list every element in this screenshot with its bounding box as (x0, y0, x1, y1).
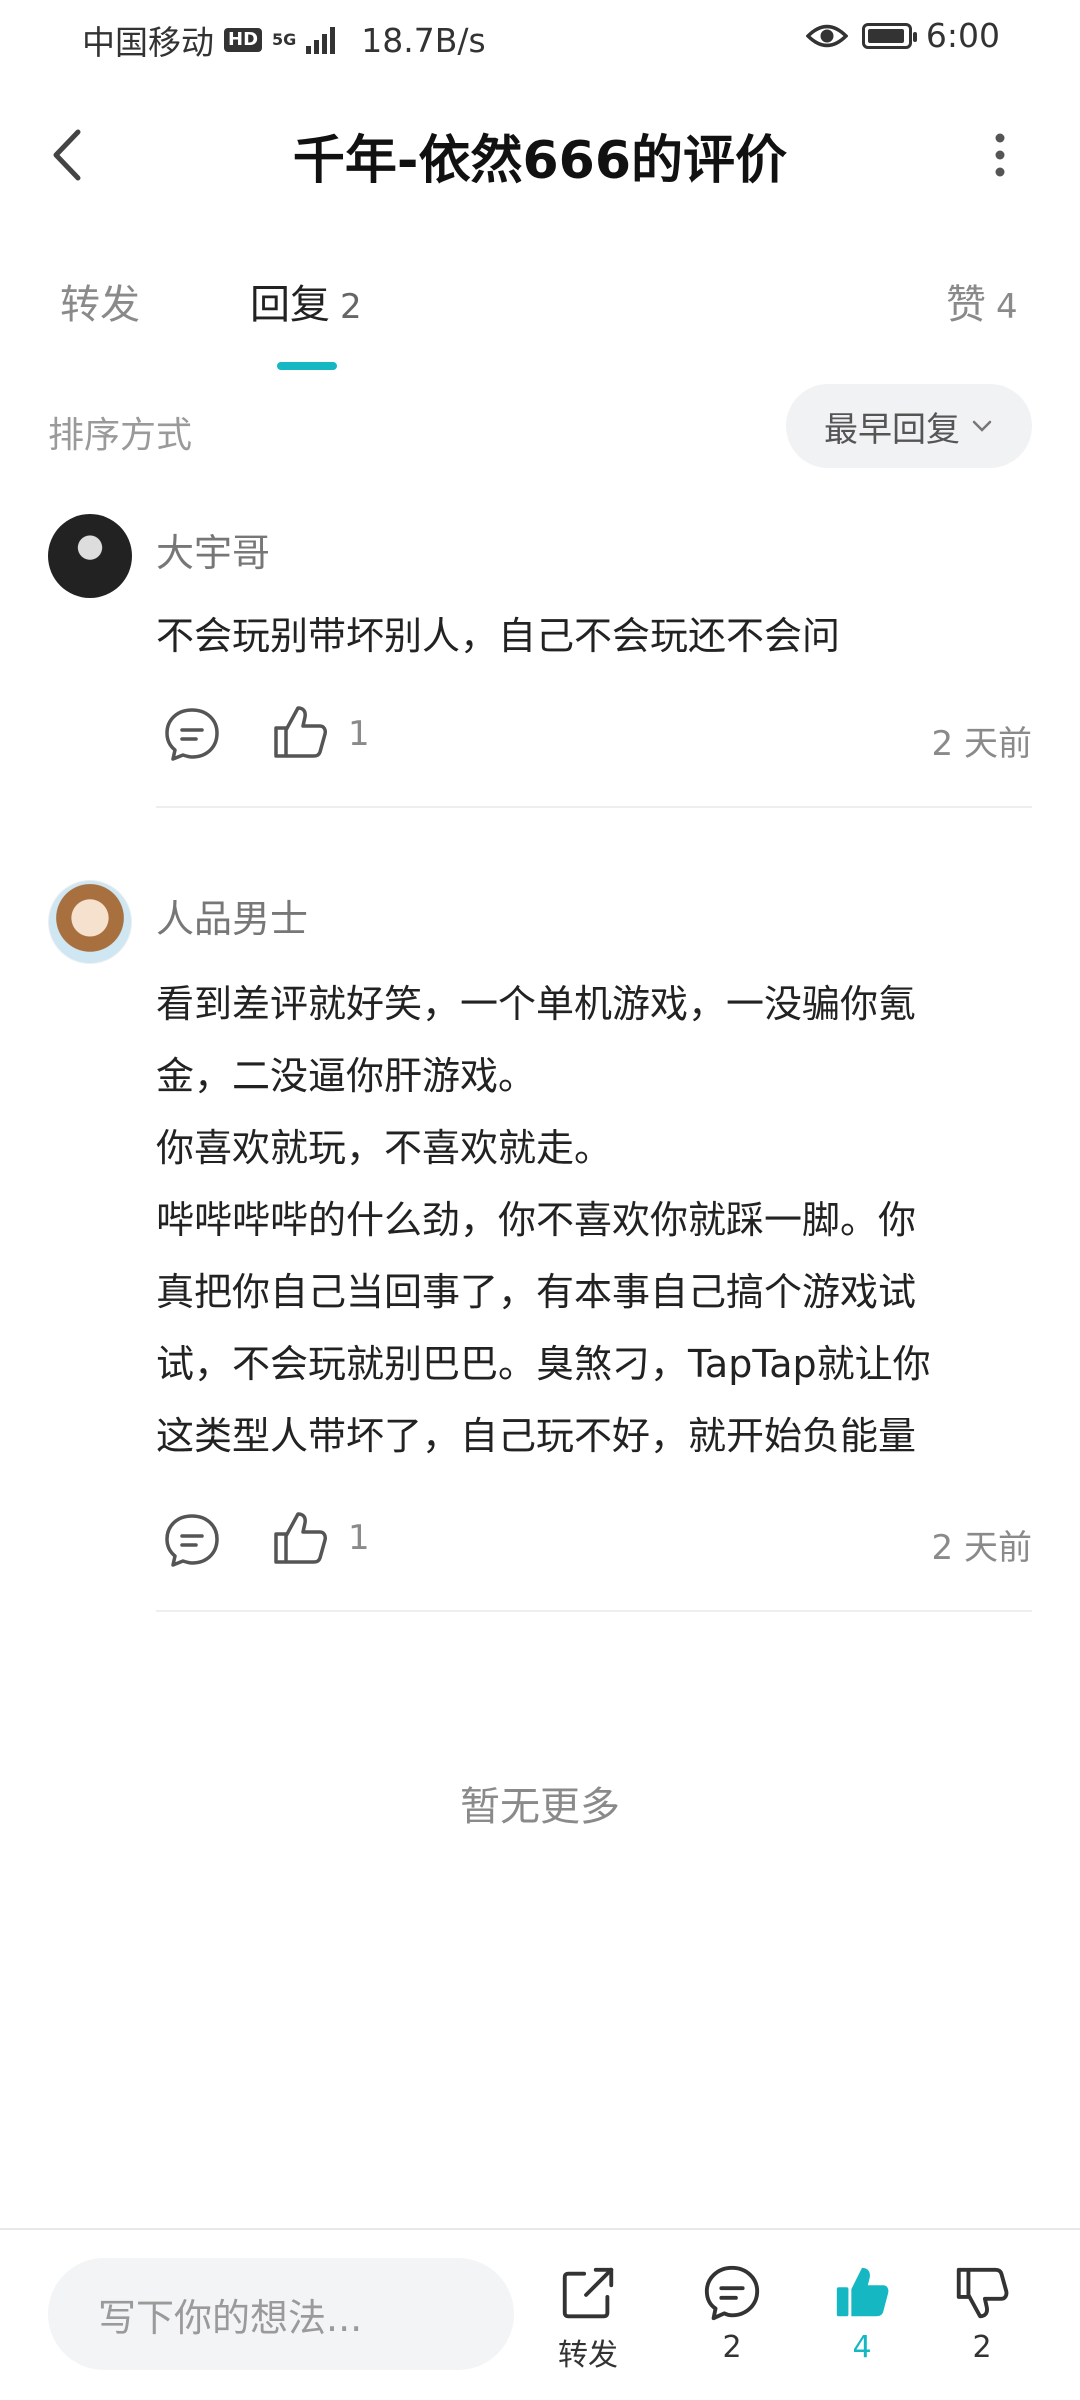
chevron-down-icon (972, 420, 992, 432)
tab-share-label: 转发 (60, 282, 140, 328)
more-options-button[interactable] (970, 120, 1030, 190)
thumbs-up-filled-icon (836, 2267, 889, 2317)
no-more-text: 暂无更多 (460, 1784, 620, 1830)
comment-button[interactable]: 2 (682, 2262, 782, 2365)
signal-icon (306, 26, 336, 54)
like-button[interactable] (268, 700, 332, 764)
like-post-button[interactable]: 4 (812, 2262, 912, 2365)
tab-replies-count: 2 (340, 287, 362, 327)
page-title: 千年-依然666的评价 (292, 131, 788, 191)
comment-bubble-icon (704, 2265, 760, 2321)
tab-likes[interactable]: 赞4 (946, 272, 1018, 330)
tab-likes-label: 赞 (946, 282, 986, 328)
comment-time: 2 天前 (931, 724, 1032, 764)
thumbs-down-icon (956, 2267, 1009, 2319)
like-count: 1 (348, 1518, 370, 1558)
like-button[interactable] (268, 1506, 332, 1570)
thumbs-up-icon (274, 1512, 327, 1564)
comment-bubble-icon (165, 1514, 219, 1567)
share-icon (562, 2267, 614, 2319)
like-count: 4 (852, 2330, 872, 2365)
battery-icon (861, 22, 917, 49)
comment-divider (156, 806, 1032, 808)
comment-bubble-icon (165, 708, 219, 761)
status-bar: 中国移动 HD 5G 18.7B/s 6:00 (0, 0, 1080, 78)
network-speed: 18.7B/s (361, 20, 486, 60)
comment-text: 不会玩别带坏别人，自己不会玩还不会问 (156, 614, 841, 658)
comment-time: 2 天前 (931, 1528, 1032, 1568)
sort-label: 排序方式 (48, 415, 193, 456)
eye-icon (805, 24, 848, 47)
tab-share[interactable]: 转发 (60, 272, 140, 330)
comment-count: 2 (722, 2330, 742, 2365)
sort-value: 最早回复 (824, 409, 960, 450)
more-vertical-icon (995, 133, 1005, 177)
sort-dropdown[interactable]: 最早回复 (786, 384, 1032, 468)
carrier-name: 中国移动 (82, 23, 214, 62)
thumbs-up-icon (274, 706, 327, 758)
avatar[interactable] (48, 880, 132, 964)
comment-username[interactable]: 大宇哥 (156, 522, 270, 577)
tab-replies[interactable]: 回复 2 (250, 272, 362, 330)
comment-input[interactable]: 写下你的想法... (48, 2258, 514, 2370)
share-button[interactable]: 转发 (538, 2262, 638, 2374)
reply-button[interactable] (160, 702, 224, 766)
like-count: 1 (348, 714, 370, 754)
tab-replies-label: 回复 (250, 282, 330, 328)
dislike-count: 2 (972, 2330, 992, 2365)
comment-divider (156, 1610, 1032, 1612)
reply-button[interactable] (160, 1508, 224, 1572)
dislike-button[interactable]: 2 (932, 2262, 1032, 2365)
share-label: 转发 (558, 2338, 618, 2373)
tab-likes-count: 4 (996, 287, 1018, 327)
clock: 6:00 (925, 16, 1000, 55)
status-left: 中国移动 HD 5G 18.7B/s (82, 16, 486, 64)
network-type: 5G (272, 30, 297, 49)
active-tab-indicator (277, 362, 337, 370)
status-right: 6:00 (805, 16, 1000, 55)
bottom-bar-divider (0, 2228, 1080, 2230)
avatar[interactable] (48, 514, 132, 598)
hd-badge: HD (224, 28, 263, 52)
comment-username[interactable]: 人品男士 (156, 888, 308, 943)
comment-text: 看到差评就好笑，一个单机游戏，一没骗你氪 金，二没逼你肝游戏。 你喜欢就玩，不喜… (156, 982, 931, 1458)
